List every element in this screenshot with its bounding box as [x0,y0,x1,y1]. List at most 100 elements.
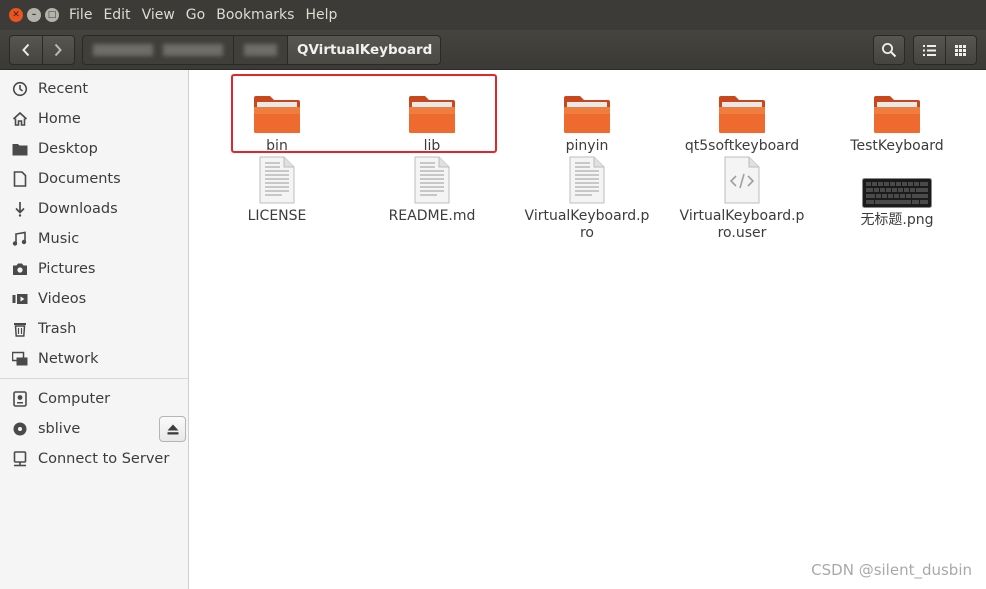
menu-bookmarks[interactable]: Bookmarks [216,7,294,23]
sidebar-item-label: Videos [38,291,87,307]
file-name: LICENSE [247,208,307,224]
sidebar-item-pictures[interactable]: Pictures [0,254,188,284]
file-item-text[interactable]: README.md [357,154,507,225]
sidebar-item-documents[interactable]: Documents [0,164,188,194]
text-file-icon [413,154,451,204]
breadcrumb-segment-redacted[interactable] [234,35,288,65]
file-item-folder[interactable]: TestKeyboard [822,84,972,155]
trash-icon [11,320,29,338]
sidebar-item-label: Connect to Server [38,451,170,467]
sidebar-item-connect-to-server[interactable]: Connect to Server [0,444,188,474]
sidebar-item-downloads[interactable]: Downloads [0,194,188,224]
sidebar-item-label: Network [38,351,99,367]
breadcrumb-segment-redacted[interactable] [82,35,234,65]
watermark: CSDN @silent_dusbin [811,561,972,579]
code-file-icon [723,154,761,204]
menu-edit[interactable]: Edit [103,7,130,23]
menu-go[interactable]: Go [186,7,205,23]
download-icon [11,200,29,218]
sidebar-item-computer[interactable]: Computer [0,384,188,414]
file-item-text[interactable]: VirtualKeyboard.pro [512,154,662,242]
file-name: README.md [388,208,476,224]
sidebar-item-trash[interactable]: Trash [0,314,188,344]
text-file-icon [568,154,606,204]
sidebar-item-music[interactable]: Music [0,224,188,254]
view-switcher [913,35,977,65]
file-name: qt5softkeyboard [684,138,800,154]
sidebar-item-label: Home [38,111,81,127]
text-file-icon [258,154,296,204]
menu-file[interactable]: File [69,7,92,23]
sidebar-item-label: Pictures [38,261,96,277]
file-name: 无标题.png [860,212,934,228]
redacted-path [244,44,277,56]
redacted-path [93,44,153,56]
eject-icon [167,424,178,434]
sidebar-item-desktop[interactable]: Desktop [0,134,188,164]
minimize-icon[interactable]: – [27,8,41,22]
search-button[interactable] [873,35,905,65]
home-icon [11,110,29,128]
breadcrumb-current-folder[interactable]: QVirtualKeyboard [288,35,442,65]
sidebar-item-home[interactable]: Home [0,104,188,134]
camera-icon [11,260,29,278]
sidebar-item-label: Trash [38,321,77,337]
sidebar-item-videos[interactable]: Videos [0,284,188,314]
search-icon [882,43,897,58]
grid-view-icon [955,44,967,56]
sidebar-item-label: Desktop [38,141,98,157]
clock-icon [11,80,29,98]
video-icon [11,290,29,308]
navigation-buttons [9,35,75,65]
folder-icon [718,84,766,134]
maximize-icon[interactable]: □ [45,8,59,22]
window-controls: ✕ – □ [9,8,59,22]
folder-icon [873,84,921,134]
sidebar-item-label: Computer [38,391,111,407]
file-item-folder[interactable]: qt5softkeyboard [667,84,817,155]
sidebar-item-label: Documents [38,171,121,187]
menu-help[interactable]: Help [305,7,337,23]
file-name: pinyin [565,138,609,154]
sidebar-item-label: Downloads [38,201,118,217]
menu-bar: ✕ – □ File Edit View Go Bookmarks Help [0,0,986,30]
sidebar-item-label: sblive [38,421,81,437]
sidebar: Recent Home Desktop Documents Downloads … [0,70,189,589]
image-thumbnail [862,154,932,208]
computer-icon [11,390,29,408]
disc-icon [11,420,29,438]
folder-icon [11,140,29,158]
sidebar-item-label: Recent [38,81,89,97]
redacted-path [163,44,223,56]
file-item-image[interactable]: 无标题.png [822,154,972,229]
sidebar-divider [0,378,188,379]
document-icon [11,170,29,188]
grid-view-button[interactable] [944,36,977,64]
server-icon [11,450,29,468]
forward-button[interactable] [41,36,75,64]
file-name: VirtualKeyboard.pro.user [679,208,805,241]
chevron-left-icon [21,43,29,57]
network-icon [11,350,29,368]
sidebar-item-network[interactable]: Network [0,344,188,374]
file-item-folder[interactable]: pinyin [512,84,662,155]
breadcrumb: QVirtualKeyboard [82,35,442,65]
highlight-annotation [231,74,497,153]
list-view-button[interactable] [914,36,945,64]
music-icon [11,230,29,248]
list-view-icon [922,44,936,56]
file-item-text[interactable]: LICENSE [202,154,352,225]
toolbar: QVirtualKeyboard [0,30,986,70]
file-item-code[interactable]: VirtualKeyboard.pro.user [667,154,817,242]
file-name: VirtualKeyboard.pro [524,208,650,241]
menu-view[interactable]: View [142,7,175,23]
close-icon[interactable]: ✕ [9,8,23,22]
file-view: bin lib pinyin qt5softkeyboard TestKeybo… [190,70,986,589]
sidebar-item-label: Music [38,231,80,247]
eject-button[interactable] [159,416,186,442]
sidebar-item-recent[interactable]: Recent [0,74,188,104]
folder-icon [563,84,611,134]
back-button[interactable] [10,36,42,64]
file-name: TestKeyboard [850,138,944,154]
chevron-right-icon [55,43,63,57]
